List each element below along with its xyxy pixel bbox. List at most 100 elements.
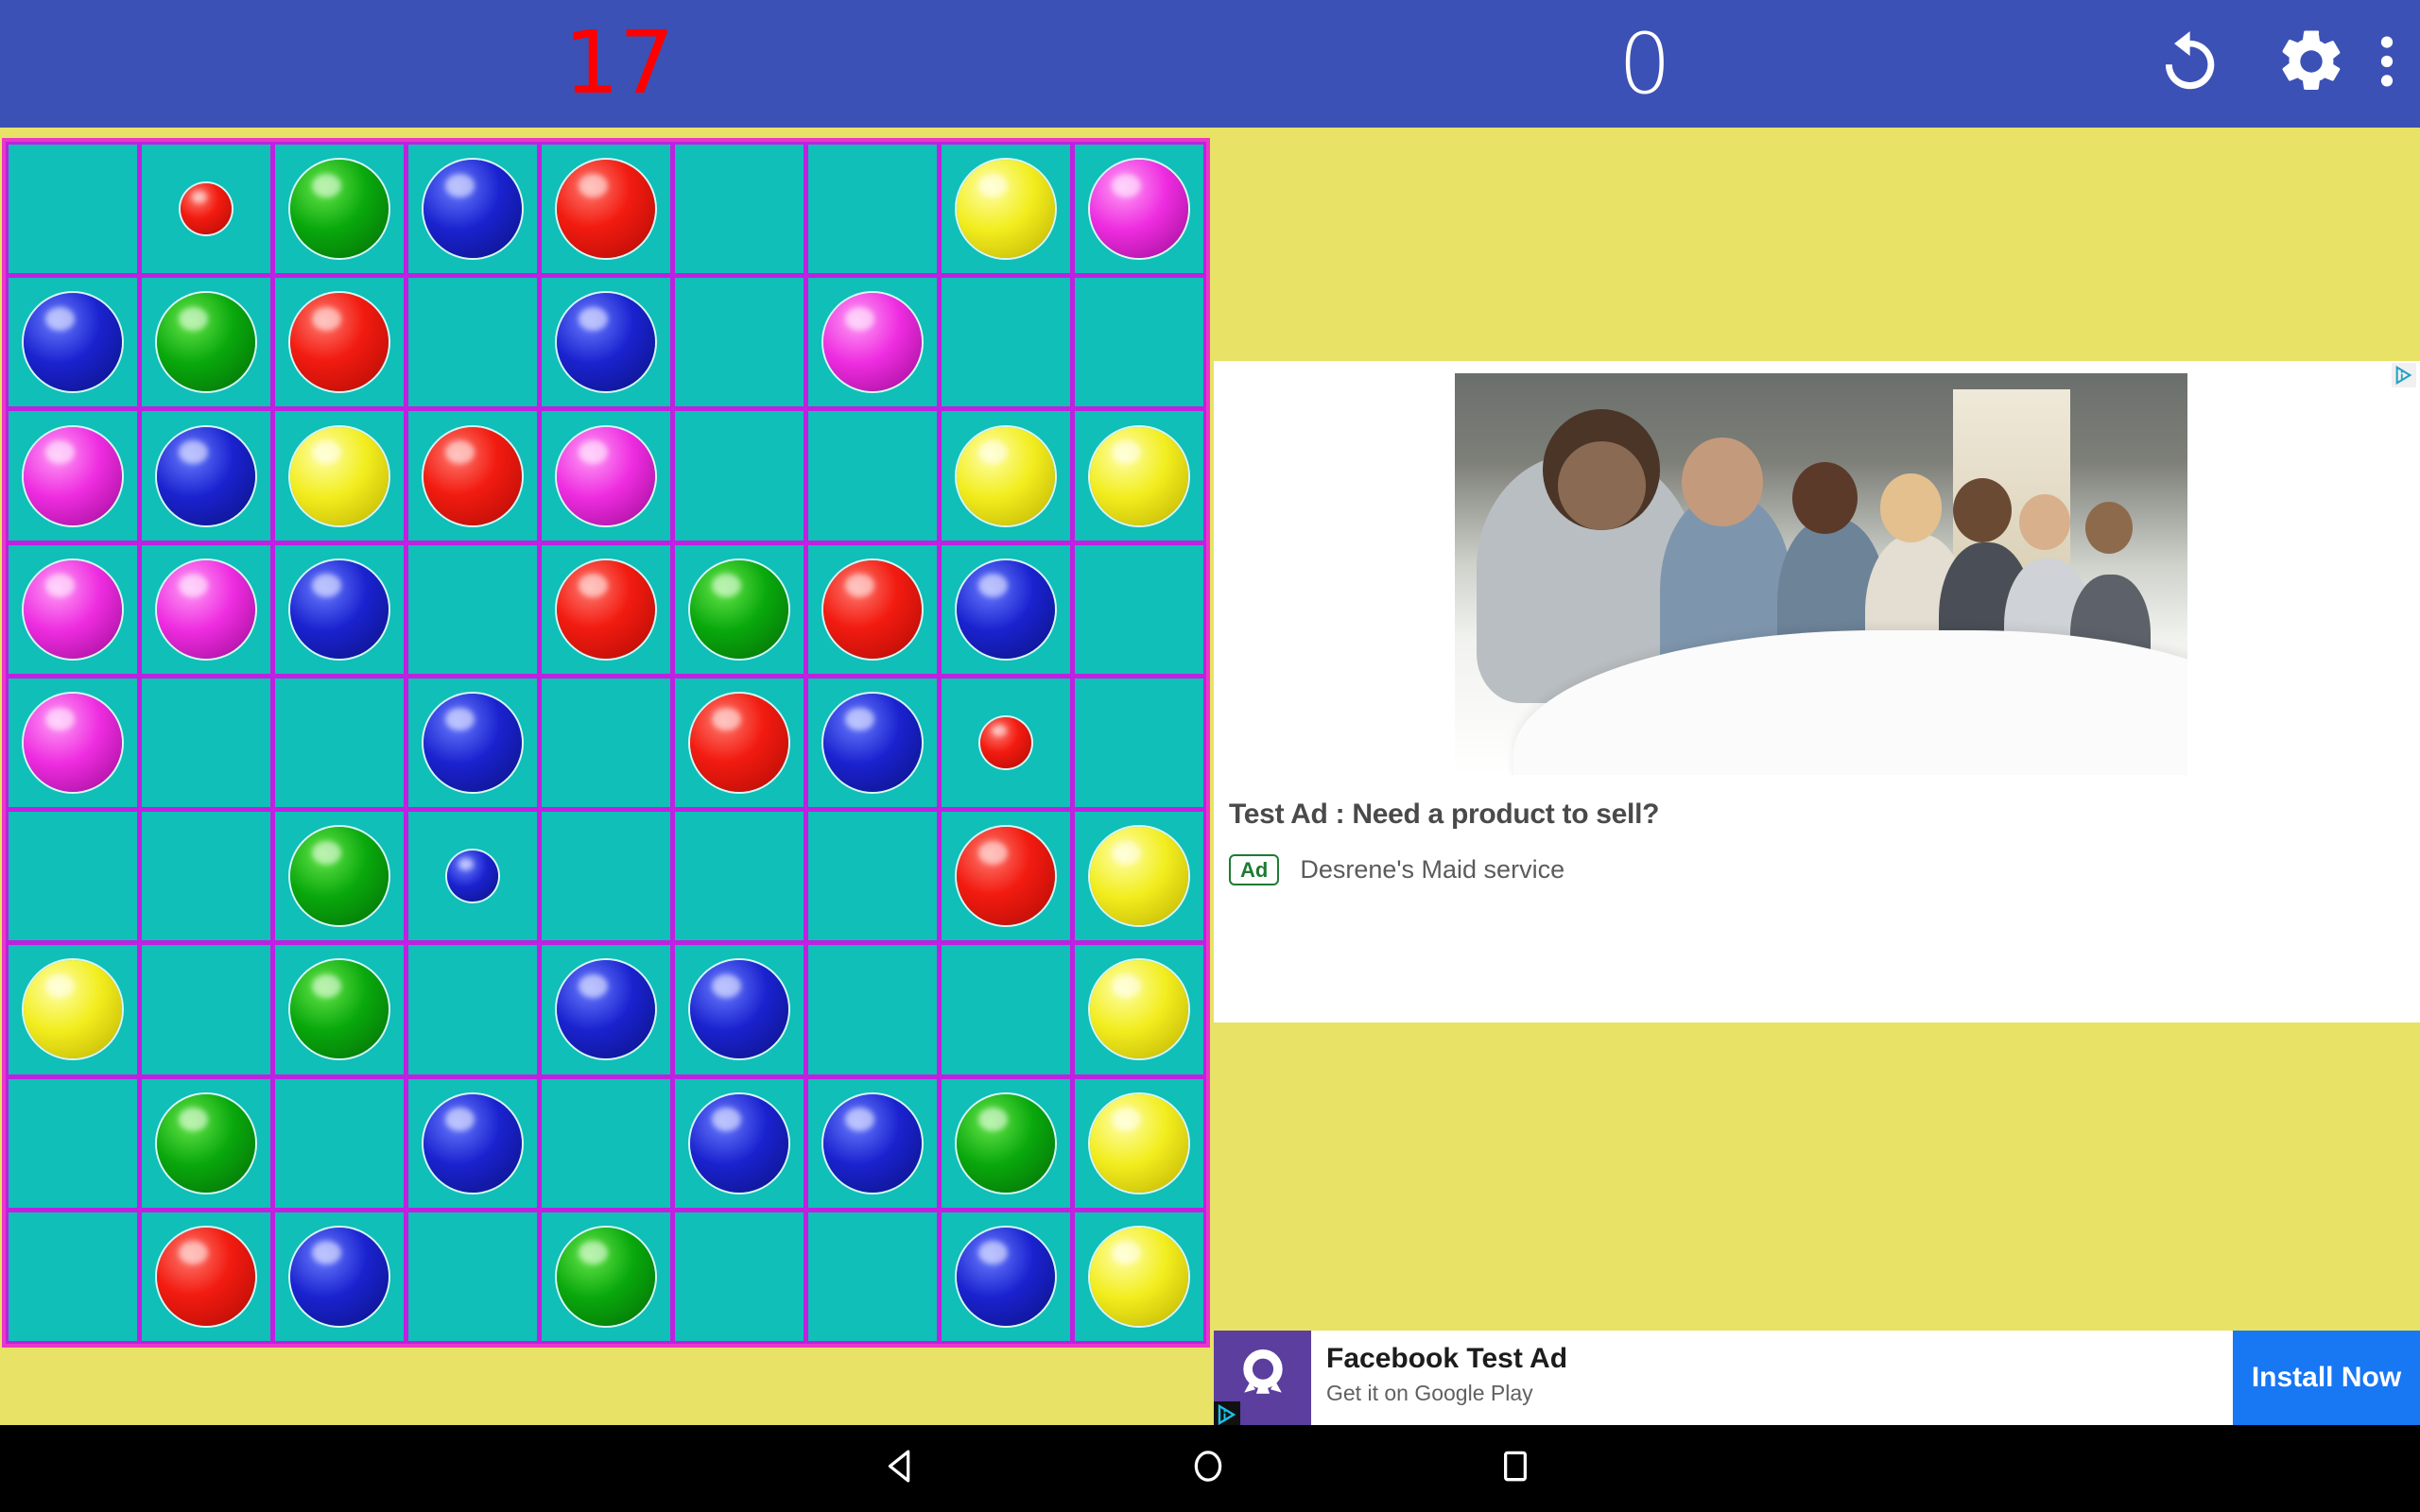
board-cell-r7-c4[interactable] <box>408 945 537 1074</box>
ball-blue[interactable] <box>424 1093 522 1193</box>
board-cell-r6-c7[interactable] <box>808 812 937 941</box>
board-cell-r1-c8[interactable] <box>942 145 1070 274</box>
ball-red-preview[interactable] <box>181 183 232 235</box>
ball-red[interactable] <box>823 559 922 659</box>
board-cell-r4-c4[interactable] <box>408 544 537 674</box>
ball-red[interactable] <box>690 693 788 792</box>
board-cell-r3-c4[interactable] <box>408 411 537 541</box>
board-cell-r1-c1[interactable] <box>9 145 137 274</box>
board-cell-r6-c4[interactable] <box>408 812 537 941</box>
board-cell-r5-c8[interactable] <box>942 678 1070 808</box>
board-cell-r3-c7[interactable] <box>808 411 937 541</box>
board-cell-r9-c1[interactable] <box>9 1211 137 1341</box>
ball-green[interactable] <box>957 1093 1055 1193</box>
adchoices-icon[interactable] <box>2392 363 2416 387</box>
board-cell-r4-c9[interactable] <box>1075 544 1203 674</box>
ball-blue[interactable] <box>24 293 122 392</box>
ball-red-preview[interactable] <box>980 716 1031 768</box>
ball-blue[interactable] <box>957 559 1055 659</box>
board-cell-r3-c3[interactable] <box>275 411 404 541</box>
settings-button[interactable] <box>2255 0 2368 128</box>
more-options-button[interactable] <box>2354 0 2420 128</box>
board-cell-r7-c6[interactable] <box>675 945 804 1074</box>
board-cell-r3-c6[interactable] <box>675 411 804 541</box>
board-cell-r7-c1[interactable] <box>9 945 137 1074</box>
board-cell-r2-c7[interactable] <box>808 278 937 407</box>
board-cell-r7-c9[interactable] <box>1075 945 1203 1074</box>
ball-blue-preview[interactable] <box>447 850 498 902</box>
native-ad-panel[interactable]: Test Ad : Need a product to sell? Ad Des… <box>1214 361 2420 1022</box>
board-cell-r6-c8[interactable] <box>942 812 1070 941</box>
board-cell-r5-c5[interactable] <box>542 678 670 808</box>
board-cell-r2-c8[interactable] <box>942 278 1070 407</box>
ball-green[interactable] <box>557 1227 655 1326</box>
ball-magenta[interactable] <box>823 293 922 392</box>
board-cell-r8-c3[interactable] <box>275 1078 404 1208</box>
board-cell-r4-c7[interactable] <box>808 544 937 674</box>
board-cell-r5-c6[interactable] <box>675 678 804 808</box>
board-cell-r3-c9[interactable] <box>1075 411 1203 541</box>
board-cell-r6-c2[interactable] <box>142 812 270 941</box>
board-cell-r2-c3[interactable] <box>275 278 404 407</box>
banner-ad[interactable]: Facebook Test Ad Get it on Google Play I… <box>1214 1331 2420 1425</box>
ball-magenta[interactable] <box>24 426 122 525</box>
ball-blue[interactable] <box>557 293 655 392</box>
ball-yellow[interactable] <box>1090 827 1188 926</box>
board-cell-r7-c2[interactable] <box>142 945 270 1074</box>
undo-button[interactable] <box>2132 0 2245 128</box>
board-cell-r6-c1[interactable] <box>9 812 137 941</box>
board-cell-r7-c5[interactable] <box>542 945 670 1074</box>
ball-blue[interactable] <box>157 426 255 525</box>
ball-yellow[interactable] <box>1090 426 1188 525</box>
board-cell-r8-c4[interactable] <box>408 1078 537 1208</box>
board-cell-r6-c6[interactable] <box>675 812 804 941</box>
board-cell-r2-c4[interactable] <box>408 278 537 407</box>
board-cell-r9-c9[interactable] <box>1075 1211 1203 1341</box>
ball-green[interactable] <box>690 559 788 659</box>
board-cell-r2-c5[interactable] <box>542 278 670 407</box>
board-cell-r8-c1[interactable] <box>9 1078 137 1208</box>
ball-green[interactable] <box>290 160 389 259</box>
board-cell-r2-c1[interactable] <box>9 278 137 407</box>
board-cell-r6-c5[interactable] <box>542 812 670 941</box>
ball-blue[interactable] <box>424 160 522 259</box>
ball-red[interactable] <box>557 160 655 259</box>
ball-blue[interactable] <box>290 559 389 659</box>
board-cell-r5-c7[interactable] <box>808 678 937 808</box>
ball-blue[interactable] <box>557 960 655 1059</box>
board-cell-r5-c2[interactable] <box>142 678 270 808</box>
board-cell-r4-c3[interactable] <box>275 544 404 674</box>
board-cell-r1-c9[interactable] <box>1075 145 1203 274</box>
ball-yellow[interactable] <box>1090 960 1188 1059</box>
install-now-button[interactable]: Install Now <box>2233 1331 2420 1425</box>
board-cell-r7-c3[interactable] <box>275 945 404 1074</box>
board-cell-r8-c6[interactable] <box>675 1078 804 1208</box>
ball-yellow[interactable] <box>1090 1227 1188 1326</box>
board-cell-r4-c5[interactable] <box>542 544 670 674</box>
ball-green[interactable] <box>290 960 389 1059</box>
board-cell-r8-c2[interactable] <box>142 1078 270 1208</box>
ball-blue[interactable] <box>823 1093 922 1193</box>
ball-magenta[interactable] <box>24 693 122 792</box>
board-cell-r1-c7[interactable] <box>808 145 937 274</box>
ball-green[interactable] <box>290 827 389 926</box>
board-cell-r2-c9[interactable] <box>1075 278 1203 407</box>
board-cell-r9-c7[interactable] <box>808 1211 937 1341</box>
ball-blue[interactable] <box>290 1227 389 1326</box>
ball-green[interactable] <box>157 1093 255 1193</box>
board-cell-r1-c6[interactable] <box>675 145 804 274</box>
ball-blue[interactable] <box>823 693 922 792</box>
board-cell-r8-c7[interactable] <box>808 1078 937 1208</box>
board-cell-r5-c1[interactable] <box>9 678 137 808</box>
nav-recents-button[interactable] <box>1494 1445 1537 1493</box>
board-cell-r9-c3[interactable] <box>275 1211 404 1341</box>
board-cell-r3-c5[interactable] <box>542 411 670 541</box>
ball-red[interactable] <box>290 293 389 392</box>
ball-magenta[interactable] <box>157 559 255 659</box>
ball-magenta[interactable] <box>557 426 655 525</box>
board-cell-r9-c2[interactable] <box>142 1211 270 1341</box>
nav-home-button[interactable] <box>1186 1445 1230 1493</box>
ball-red[interactable] <box>157 1227 255 1326</box>
ball-magenta[interactable] <box>1090 160 1188 259</box>
ball-yellow[interactable] <box>957 426 1055 525</box>
